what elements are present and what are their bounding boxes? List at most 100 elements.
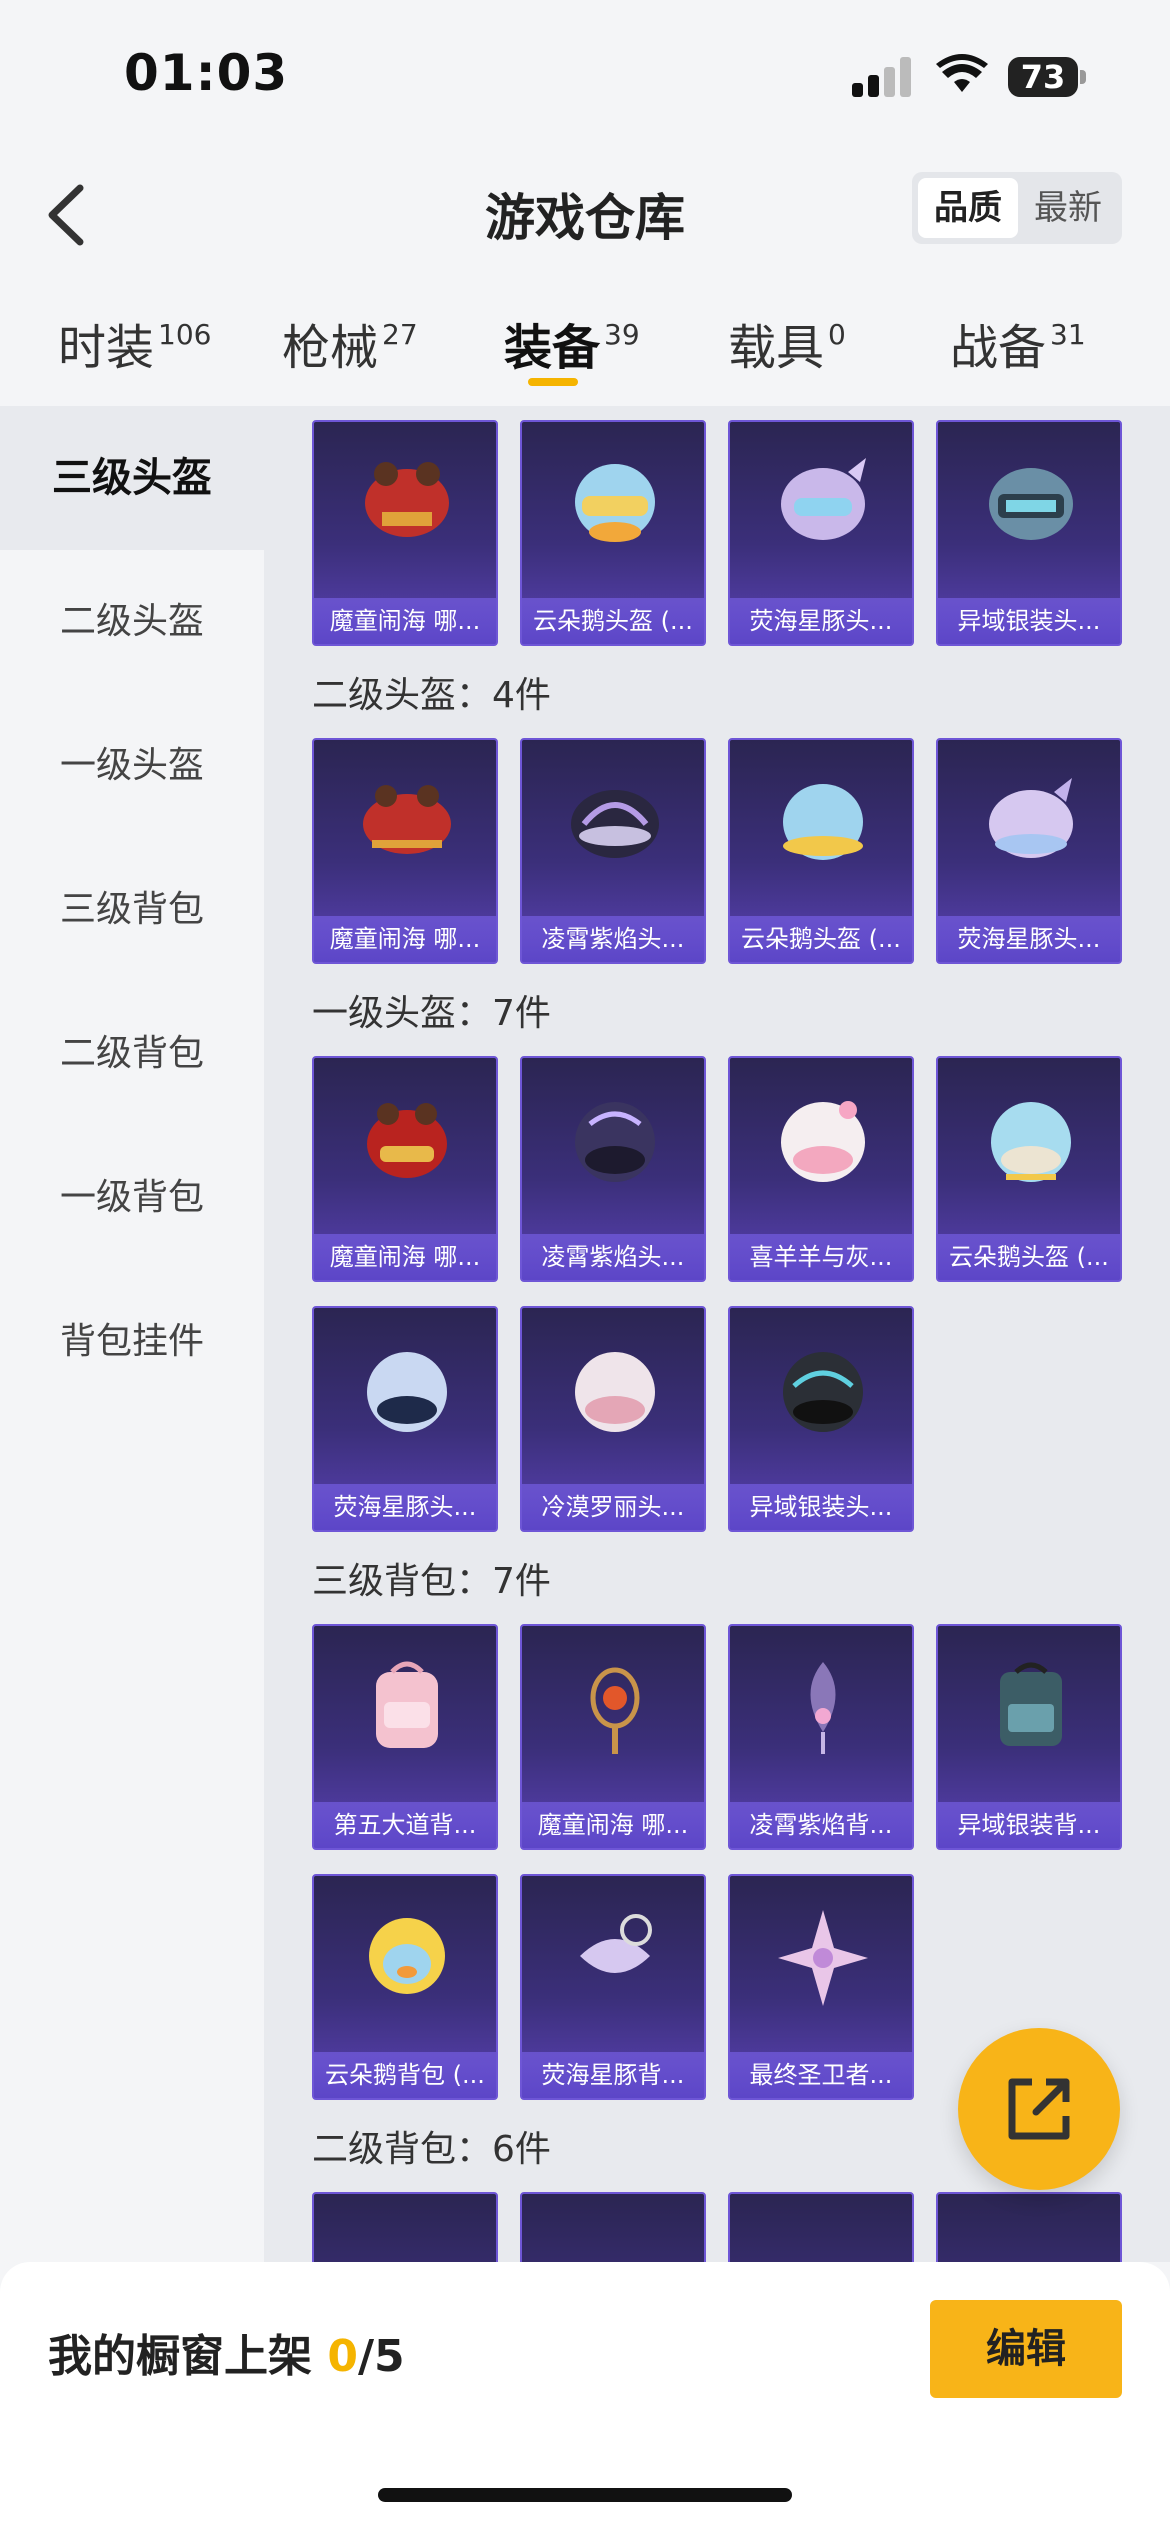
tab-label: 枪械 <box>282 320 379 376</box>
helmet-icon <box>989 468 1073 540</box>
item-card[interactable]: 荧海星豚头... <box>936 738 1122 964</box>
item-card[interactable]: 荧海星豚头... <box>312 1306 498 1532</box>
item-card[interactable]: 凌霄紫焰头... <box>520 738 706 964</box>
battery-level: 73 <box>1008 57 1078 97</box>
item-card[interactable] <box>312 2192 498 2262</box>
backpack-icon <box>810 1662 836 1754</box>
item-card[interactable]: 异域银装头... <box>936 420 1122 646</box>
showcase-total: /5 <box>357 2331 405 2382</box>
item-name: 云朵鹅头盔 (... <box>938 1234 1120 1280</box>
backpack-icon <box>1000 1662 1062 1746</box>
item-card[interactable]: 凌霄紫焰头... <box>520 1056 706 1282</box>
item-name: 荧海星豚头... <box>314 1484 496 1530</box>
section-title: 二级背包：6件 <box>312 2129 551 2170</box>
item-name: 荧海星豚头... <box>938 916 1120 962</box>
active-tab-indicator <box>528 378 578 386</box>
item-name: 第五大道背... <box>314 1802 496 1848</box>
item-card[interactable]: 第五大道背... <box>312 1624 498 1850</box>
showcase-label: 我的橱窗上架 <box>48 2331 328 2382</box>
section-title: 一级头盔：7件 <box>312 993 551 1034</box>
tab-label: 时装 <box>58 320 155 376</box>
item-card[interactable]: 冷漠罗丽头... <box>520 1306 706 1532</box>
tab-equipment[interactable]: 装备 39 <box>504 308 640 388</box>
item-card[interactable]: 异域银装背... <box>936 1624 1122 1850</box>
item-name: 凌霄紫焰背... <box>730 1802 912 1848</box>
item-name: 云朵鹅背包 (... <box>314 2052 496 2098</box>
item-name: 魔童闹海 哪... <box>314 1234 496 1280</box>
item-name: 魔童闹海 哪... <box>522 1802 704 1848</box>
item-card[interactable] <box>936 2192 1122 2262</box>
item-grid: 魔童闹海 哪... 云朵鹅头盔 (... 荧海星豚头... 异域银装头... 二… <box>264 406 1170 2262</box>
helmet-icon <box>781 1101 865 1182</box>
tab-fashion[interactable]: 时装 106 <box>58 308 211 388</box>
item-name: 荧海星豚背... <box>522 2052 704 2098</box>
backpack-icon <box>376 1661 438 1748</box>
sort-newest-button[interactable]: 最新 <box>1018 178 1118 238</box>
sidebar-item-level2-helmet[interactable]: 二级头盔 <box>0 550 264 694</box>
status-bar: 01:03 73 <box>0 0 1170 150</box>
item-card[interactable]: 最终圣卫者... <box>728 1874 914 2100</box>
helmet-icon <box>365 462 449 537</box>
item-card[interactable]: 荧海星豚头... <box>728 420 914 646</box>
item-name: 云朵鹅头盔 (... <box>522 598 704 644</box>
helmet-icon <box>575 1102 655 1182</box>
battery-icon: 73 <box>1008 57 1086 97</box>
item-name: 异域银装头... <box>938 598 1120 644</box>
item-card[interactable]: 凌霄紫焰背... <box>728 1624 914 1850</box>
tab-count: 31 <box>1050 318 1086 351</box>
backpack-icon <box>369 1918 445 1994</box>
tab-guns[interactable]: 枪械 27 <box>282 308 418 388</box>
tab-count: 39 <box>604 318 640 351</box>
item-card[interactable]: 魔童闹海 哪... <box>520 1624 706 1850</box>
tab-vehicles[interactable]: 载具 0 <box>728 308 846 388</box>
item-name: 荧海星豚头... <box>730 598 912 644</box>
sidebar-item-level1-helmet[interactable]: 一级头盔 <box>0 694 264 838</box>
item-card[interactable]: 异域银装头... <box>728 1306 914 1532</box>
bottom-panel: 我的橱窗上架 0/5 编辑 <box>0 2262 1170 2532</box>
section-title: 三级背包：7件 <box>312 1561 551 1602</box>
tab-label: 装备 <box>504 320 601 376</box>
item-card[interactable]: 云朵鹅头盔 (... <box>936 1056 1122 1282</box>
sidebar-item-level3-helmet[interactable]: 三级头盔 <box>0 406 264 550</box>
sidebar-item-level1-backpack[interactable]: 一级背包 <box>0 1126 264 1270</box>
signal-icon <box>852 57 914 97</box>
helmet-icon <box>781 458 866 540</box>
item-card[interactable]: 云朵鹅头盔 (... <box>520 420 706 646</box>
sidebar-item-level2-backpack[interactable]: 二级背包 <box>0 982 264 1126</box>
item-card[interactable] <box>520 2192 706 2262</box>
edit-button[interactable]: 编辑 <box>930 2300 1122 2398</box>
tab-label: 战备 <box>950 320 1047 376</box>
share-button[interactable] <box>958 2028 1120 2190</box>
backpack-icon <box>580 1914 652 1973</box>
wifi-icon <box>936 54 988 92</box>
helmet-icon <box>989 778 1073 858</box>
item-name: 异域银装头... <box>730 1484 912 1530</box>
item-name: 魔童闹海 哪... <box>314 916 496 962</box>
backpack-icon <box>778 1910 868 2006</box>
helmet-icon <box>991 1102 1071 1182</box>
sidebar-item-backpack-charm[interactable]: 背包挂件 <box>0 1270 264 1414</box>
sort-toggle[interactable]: 品质 最新 <box>912 172 1122 244</box>
item-card[interactable]: 魔童闹海 哪... <box>312 420 498 646</box>
sort-quality-button[interactable]: 品质 <box>918 178 1018 238</box>
helmet-icon <box>363 785 451 854</box>
showcase-counter: 我的橱窗上架 0/5 <box>48 2320 405 2384</box>
helmet-icon <box>783 1352 863 1432</box>
header: 游戏仓库 品质 最新 <box>0 150 1170 280</box>
item-card[interactable] <box>728 2192 914 2262</box>
item-card[interactable]: 魔童闹海 哪... <box>312 738 498 964</box>
item-card[interactable]: 喜羊羊与灰... <box>728 1056 914 1282</box>
tab-count: 0 <box>828 318 846 351</box>
tab-gear[interactable]: 战备 31 <box>950 308 1086 388</box>
section-title: 二级头盔：4件 <box>312 675 551 716</box>
item-card[interactable]: 魔童闹海 哪... <box>312 1056 498 1282</box>
item-card[interactable]: 荧海星豚背... <box>520 1874 706 2100</box>
item-card[interactable]: 云朵鹅背包 (... <box>312 1874 498 2100</box>
share-icon <box>1008 2078 1070 2140</box>
item-name: 凌霄紫焰头... <box>522 1234 704 1280</box>
item-card[interactable]: 云朵鹅头盔 (... <box>728 738 914 964</box>
tab-count: 106 <box>158 318 212 351</box>
status-time: 01:03 <box>124 44 289 102</box>
sidebar-item-level3-backpack[interactable]: 三级背包 <box>0 838 264 982</box>
helmet-icon <box>367 1103 447 1178</box>
